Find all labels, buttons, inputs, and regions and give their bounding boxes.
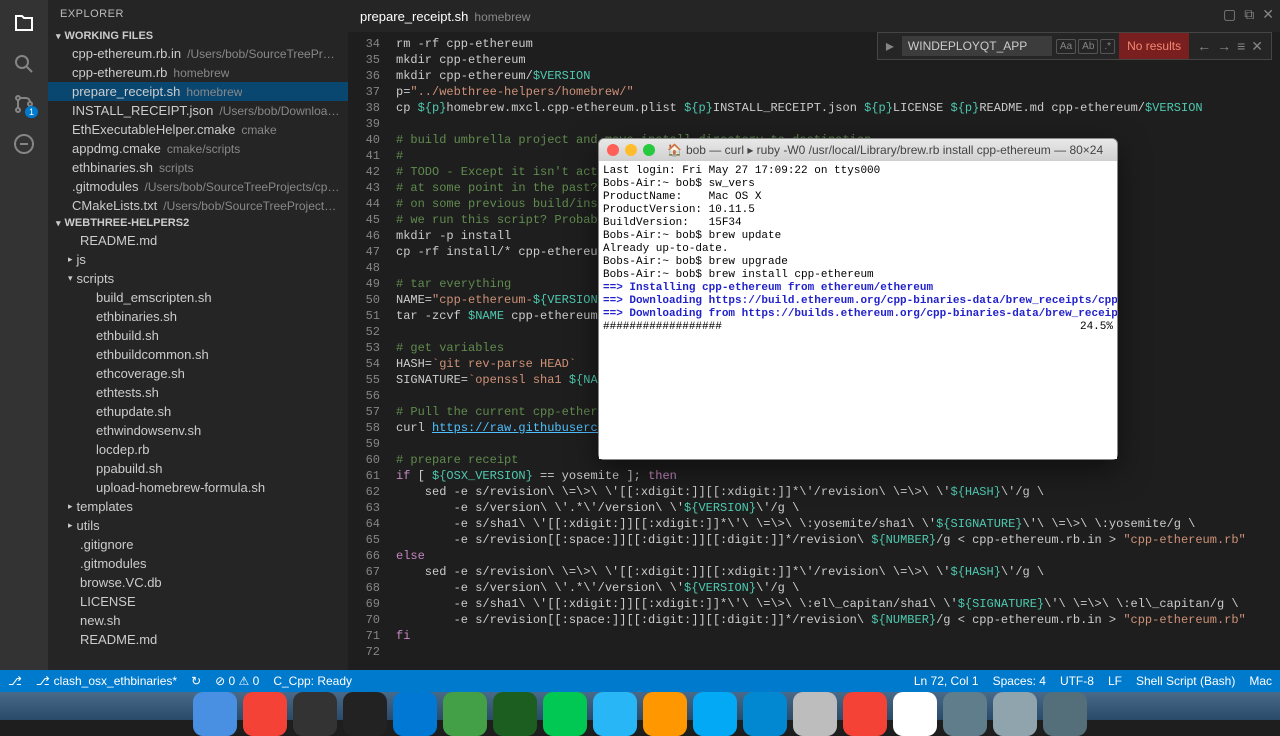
tab-active[interactable]: prepare_receipt.sh homebrew (360, 9, 530, 24)
dock-app-icon[interactable] (643, 692, 687, 736)
dock-app-icon[interactable] (293, 692, 337, 736)
tree-file[interactable]: ethwindowsenv.sh (48, 421, 348, 440)
activity-bar: 1 (0, 0, 48, 670)
macos-dock (0, 692, 1280, 720)
find-selection-icon[interactable]: ≡ (1237, 38, 1245, 55)
status-eol[interactable]: LF (1108, 674, 1122, 688)
explorer-title: EXPLORER (48, 0, 348, 28)
status-encoding[interactable]: UTF-8 (1060, 674, 1094, 688)
working-file[interactable]: prepare_receipt.shhomebrew (48, 82, 348, 101)
tree-file[interactable]: build_emscripten.sh (48, 288, 348, 307)
close-icon[interactable]: ✕ (1262, 6, 1274, 23)
terminal-titlebar[interactable]: 🏠 bob — curl ▸ ruby -W0 /usr/local/Libra… (599, 139, 1117, 161)
terminal-window[interactable]: 🏠 bob — curl ▸ ruby -W0 /usr/local/Libra… (598, 138, 1118, 460)
working-file[interactable]: EthExecutableHelper.cmakecmake (48, 120, 348, 139)
working-file[interactable]: appdmg.cmakecmake/scripts (48, 139, 348, 158)
working-file[interactable]: cpp-ethereum.rbhomebrew (48, 63, 348, 82)
folder-scripts[interactable]: scripts (48, 269, 348, 288)
tree-file[interactable]: LICENSE (48, 592, 348, 611)
folder-js[interactable]: js (48, 250, 348, 269)
terminal-zoom-icon[interactable] (643, 144, 655, 156)
tree-file[interactable]: browse.VC.db (48, 573, 348, 592)
working-file[interactable]: INSTALL_RECEIPT.json/Users/bob/Downloads… (48, 101, 348, 120)
dock-app-icon[interactable] (193, 692, 237, 736)
status-sync-icon[interactable]: ↻ (191, 674, 201, 688)
tree-file[interactable]: upload-homebrew-formula.sh (48, 478, 348, 497)
explorer-icon[interactable] (8, 8, 40, 40)
status-errors[interactable]: ⊘ 0 ⚠ 0 (215, 674, 259, 688)
status-lang[interactable]: Shell Script (Bash) (1136, 674, 1235, 688)
source-control-icon[interactable]: 1 (8, 88, 40, 120)
working-file[interactable]: CMakeLists.txt/Users/bob/SourceTreeProje… (48, 196, 348, 215)
tree-file[interactable]: ethbuild.sh (48, 326, 348, 345)
find-input[interactable] (902, 36, 1052, 56)
dock-app-icon[interactable] (993, 692, 1037, 736)
find-close-icon[interactable]: ✕ (1251, 38, 1263, 55)
split-editor-icon[interactable]: ▢ (1223, 6, 1236, 23)
whole-word-icon[interactable]: Ab (1078, 39, 1098, 54)
dock-app-icon[interactable] (793, 692, 837, 736)
dock-app-icon[interactable] (893, 692, 937, 736)
match-case-icon[interactable]: Aa (1056, 39, 1076, 54)
dock-app-icon[interactable] (1043, 692, 1087, 736)
tree-file[interactable]: ethupdate.sh (48, 402, 348, 421)
tree-file[interactable]: ethtests.sh (48, 383, 348, 402)
working-file[interactable]: .gitmodules/Users/bob/SourceTreeProjects… (48, 177, 348, 196)
terminal-close-icon[interactable] (607, 144, 619, 156)
find-widget: ▸ Aa Ab .* No results ← → ≡ ✕ (877, 32, 1272, 60)
status-remote-icon[interactable]: ⎇ (8, 674, 22, 688)
dock-app-icon[interactable] (443, 692, 487, 736)
find-results: No results (1119, 33, 1189, 59)
status-spaces[interactable]: Spaces: 4 (993, 674, 1046, 688)
dock-app-icon[interactable] (543, 692, 587, 736)
tree-file[interactable]: ethbinaries.sh (48, 307, 348, 326)
tree-file[interactable]: locdep.rb (48, 440, 348, 459)
tree-file[interactable]: ethbuildcommon.sh (48, 345, 348, 364)
search-icon[interactable] (8, 48, 40, 80)
tree-file[interactable]: .gitmodules (48, 554, 348, 573)
working-file[interactable]: cpp-ethereum.rb.in/Users/bob/SourceTreeP… (48, 44, 348, 63)
tab-bar: prepare_receipt.sh homebrew ▢ ⧉ ✕ (348, 0, 1280, 32)
folder-utils[interactable]: utils (48, 516, 348, 535)
terminal-body[interactable]: Last login: Fri May 27 17:09:22 on ttys0… (599, 161, 1117, 459)
dock-app-icon[interactable] (693, 692, 737, 736)
dock-app-icon[interactable] (343, 692, 387, 736)
folder-templates[interactable]: templates (48, 497, 348, 516)
tree-file[interactable]: ppabuild.sh (48, 459, 348, 478)
dock-app-icon[interactable] (243, 692, 287, 736)
dock-app-icon[interactable] (493, 692, 537, 736)
tree-file[interactable]: new.sh (48, 611, 348, 630)
regex-icon[interactable]: .* (1100, 39, 1115, 54)
dock-app-icon[interactable] (593, 692, 637, 736)
find-next-icon[interactable]: → (1217, 38, 1231, 55)
debug-icon[interactable] (8, 128, 40, 160)
find-expand-icon[interactable]: ▸ (878, 36, 902, 56)
dock-app-icon[interactable] (393, 692, 437, 736)
terminal-title: 🏠 bob — curl ▸ ruby -W0 /usr/local/Libra… (667, 143, 1103, 157)
terminal-minimize-icon[interactable] (625, 144, 637, 156)
status-branch[interactable]: ⎇ clash_osx_ethbinaries* (36, 674, 177, 688)
tree-file[interactable]: README.md (48, 630, 348, 649)
status-bar: ⎇ ⎇ clash_osx_ethbinaries* ↻ ⊘ 0 ⚠ 0 C_C… (0, 670, 1280, 692)
find-prev-icon[interactable]: ← (1197, 38, 1211, 55)
more-icon[interactable]: ⧉ (1244, 6, 1254, 23)
status-cpp[interactable]: C_Cpp: Ready (273, 674, 352, 688)
tree-file[interactable]: .gitignore (48, 535, 348, 554)
tree-file[interactable]: ethcoverage.sh (48, 364, 348, 383)
dock-app-icon[interactable] (743, 692, 787, 736)
title-actions: ▢ ⧉ ✕ (1223, 6, 1274, 23)
project-header[interactable]: WEBTHREE-HELPERS2 (48, 215, 348, 231)
dock-app-icon[interactable] (843, 692, 887, 736)
status-os[interactable]: Mac (1249, 674, 1272, 688)
sidebar: EXPLORER WORKING FILES cpp-ethereum.rb.i… (48, 0, 348, 670)
status-cursor[interactable]: Ln 72, Col 1 (914, 674, 979, 688)
dock-app-icon[interactable] (943, 692, 987, 736)
working-files-header[interactable]: WORKING FILES (48, 28, 348, 44)
working-file[interactable]: ethbinaries.shscripts (48, 158, 348, 177)
file-readme[interactable]: README.md (48, 231, 348, 250)
